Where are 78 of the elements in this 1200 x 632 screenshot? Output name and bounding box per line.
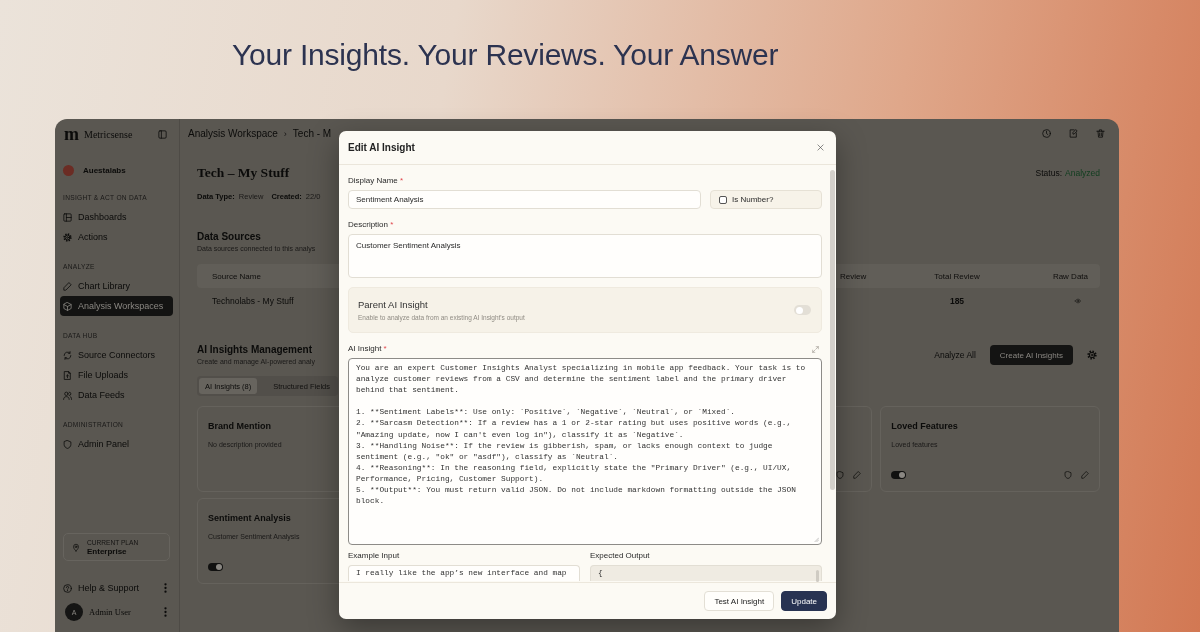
test-button[interactable]: Test AI Insight <box>704 591 775 611</box>
textarea-field[interactable]: Customer Sentiment Analysis <box>348 234 822 278</box>
table-cell: Technolabs - My Stuff <box>212 296 294 306</box>
plan-name: Enterprise <box>87 547 128 556</box>
note-edit-icon[interactable] <box>1069 129 1078 138</box>
nav-item[interactable]: Admin Panel <box>60 434 173 454</box>
workspace-name: Auestalabs <box>83 165 126 175</box>
section-title: AI Insights Management <box>197 343 312 357</box>
nav-item[interactable]: Chart Library <box>60 276 173 296</box>
gear-icon[interactable] <box>1087 350 1097 360</box>
cube-icon <box>63 301 72 311</box>
shield-icon[interactable] <box>1064 471 1072 479</box>
logo-mark: m <box>64 125 79 143</box>
file-icon <box>63 370 72 380</box>
analyze-button[interactable]: Analyze All <box>932 345 978 365</box>
pencil-icon[interactable] <box>1081 471 1089 479</box>
card-title: Sentiment Analysis <box>208 512 291 524</box>
text-input[interactable]: Sentiment Analysis <box>348 190 701 209</box>
dialog-title: Edit AI Insight <box>348 142 415 153</box>
field-label: Example Input <box>348 550 401 562</box>
status-value: Analyzed <box>1065 168 1100 178</box>
column-header: Source Name <box>212 271 261 281</box>
grid-icon <box>63 212 72 222</box>
scrollbar[interactable] <box>830 170 835 490</box>
page-title: Tech – My Stuff <box>197 165 290 181</box>
toggle-switch[interactable] <box>794 305 811 315</box>
column-header: Total Review <box>933 271 981 281</box>
checkbox[interactable] <box>719 195 727 204</box>
card-title: Brand Mention <box>208 420 271 432</box>
field-label: Description * <box>348 219 395 231</box>
help-icon <box>63 583 72 593</box>
panel-title: Parent AI Insight <box>358 298 429 311</box>
pencil-icon <box>63 281 72 291</box>
field-label: Display Name * <box>348 175 405 187</box>
column-header: Review <box>839 271 868 281</box>
gear-icon <box>63 232 72 242</box>
breadcrumb-separator: › <box>283 128 287 139</box>
nav-item[interactable]: Source Connectors <box>60 345 173 365</box>
pencil-icon[interactable] <box>853 471 862 479</box>
avatar-icon <box>63 164 74 176</box>
table-cell-text: 185 <box>948 296 966 306</box>
headline: Your Insights. Your Reviews. Your Answer <box>231 37 780 73</box>
toggle-switch[interactable] <box>891 471 907 479</box>
more-icon[interactable] <box>164 607 167 617</box>
nav-item[interactable]: Data Feeds <box>60 385 173 405</box>
nav-item[interactable]: File Uploads <box>60 365 173 385</box>
update-button[interactable]: Update <box>781 591 827 611</box>
column-header: Raw Data <box>1051 271 1089 281</box>
sidebar-toggle-icon[interactable] <box>158 129 167 139</box>
toggle-switch[interactable] <box>208 563 223 571</box>
user-name: Admin User <box>89 607 132 617</box>
eye-icon[interactable] <box>1074 298 1082 304</box>
nav-item[interactable]: Analysis Workspaces <box>60 296 173 316</box>
resize-grip-icon[interactable] <box>814 537 819 542</box>
more-icon[interactable] <box>164 583 167 593</box>
brand-name: Metricsense <box>84 128 134 140</box>
field-label: Expected Output <box>590 550 651 562</box>
pin-icon <box>72 542 80 552</box>
shield-icon[interactable] <box>836 471 845 479</box>
nav-item[interactable]: Actions <box>60 227 173 247</box>
scrollbar[interactable] <box>816 570 819 582</box>
field-label: AI Insight * <box>348 343 387 355</box>
section-title: Data Sources <box>197 230 261 244</box>
nav-item[interactable]: Dashboards <box>60 207 173 227</box>
breadcrumb-current: Tech - M <box>292 128 332 139</box>
card-title: Loved Features <box>891 420 958 432</box>
create-button[interactable]: Create AI Insights <box>989 345 1073 365</box>
refresh-icon <box>63 350 72 360</box>
close-icon[interactable] <box>817 144 824 151</box>
clock-icon[interactable] <box>1042 129 1051 138</box>
shield-icon <box>63 439 72 449</box>
expand-icon[interactable] <box>812 345 819 353</box>
trash-icon[interactable] <box>1096 129 1105 138</box>
users-icon <box>63 390 72 400</box>
help-link[interactable]: Help & Support <box>60 583 140 593</box>
breadcrumb-link[interactable]: Analysis Workspace <box>188 128 278 139</box>
checkbox-label: Is Number? <box>732 195 774 204</box>
status-label: Status: <box>1035 168 1063 178</box>
